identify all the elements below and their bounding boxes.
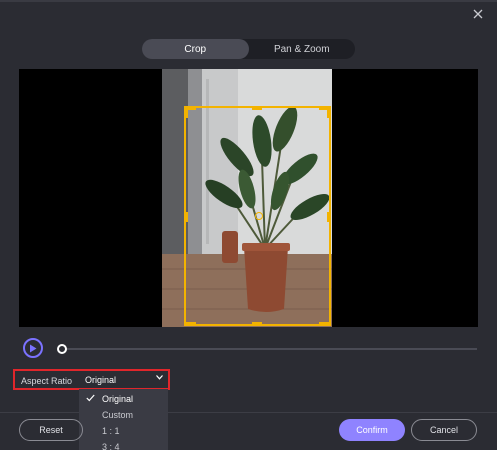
aspect-ratio-control: Aspect Ratio Original xyxy=(13,369,170,390)
title-bar-line xyxy=(0,0,497,2)
aspect-ratio-dropdown: Original Custom 1 : 1 3 : 4 xyxy=(79,389,168,450)
aspect-option-label: Original xyxy=(102,394,134,404)
play-button[interactable] xyxy=(23,338,43,358)
crop-handle-top-left-v[interactable] xyxy=(184,106,188,118)
footer-divider xyxy=(0,412,497,413)
tab-crop[interactable]: Crop xyxy=(142,39,249,59)
crop-handle-bottom-right[interactable] xyxy=(319,322,331,326)
aspect-option-3-4[interactable]: 3 : 4 xyxy=(79,439,168,450)
aspect-option-label: Custom xyxy=(102,410,134,420)
crop-handle-top[interactable] xyxy=(252,106,262,110)
aspect-option-original[interactable]: Original xyxy=(79,391,168,407)
aspect-option-custom[interactable]: Custom xyxy=(79,407,168,423)
aspect-ratio-value: Original xyxy=(85,374,117,385)
mode-tabs: Crop Pan & Zoom xyxy=(142,39,355,59)
playback-timeline xyxy=(23,337,477,361)
confirm-button[interactable]: Confirm xyxy=(339,419,405,441)
crop-handle-bottom-left[interactable] xyxy=(184,322,196,326)
video-preview xyxy=(19,69,478,327)
chevron-down-icon xyxy=(156,375,163,380)
timeline-track[interactable] xyxy=(61,348,477,350)
crop-center-marker xyxy=(255,212,263,220)
cancel-button[interactable]: Cancel xyxy=(411,419,477,441)
check-icon xyxy=(86,394,95,402)
aspect-ratio-label: Aspect Ratio xyxy=(21,376,73,386)
close-icon xyxy=(473,9,483,19)
tab-pan-zoom[interactable]: Pan & Zoom xyxy=(249,39,356,59)
aspect-option-label: 3 : 4 xyxy=(102,442,120,450)
reset-button[interactable]: Reset xyxy=(19,419,83,441)
close-button[interactable] xyxy=(468,4,488,24)
crop-handle-top-right-v[interactable] xyxy=(327,106,331,118)
aspect-option-1-1[interactable]: 1 : 1 xyxy=(79,423,168,439)
aspect-option-label: 1 : 1 xyxy=(102,426,120,436)
aspect-ratio-select[interactable]: Original xyxy=(79,371,168,388)
crop-handle-right[interactable] xyxy=(327,212,331,222)
crop-handle-bottom[interactable] xyxy=(252,322,262,326)
play-icon xyxy=(30,344,37,352)
crop-frame[interactable] xyxy=(184,106,331,326)
timeline-playhead[interactable] xyxy=(57,344,67,354)
crop-handle-left[interactable] xyxy=(184,212,188,222)
